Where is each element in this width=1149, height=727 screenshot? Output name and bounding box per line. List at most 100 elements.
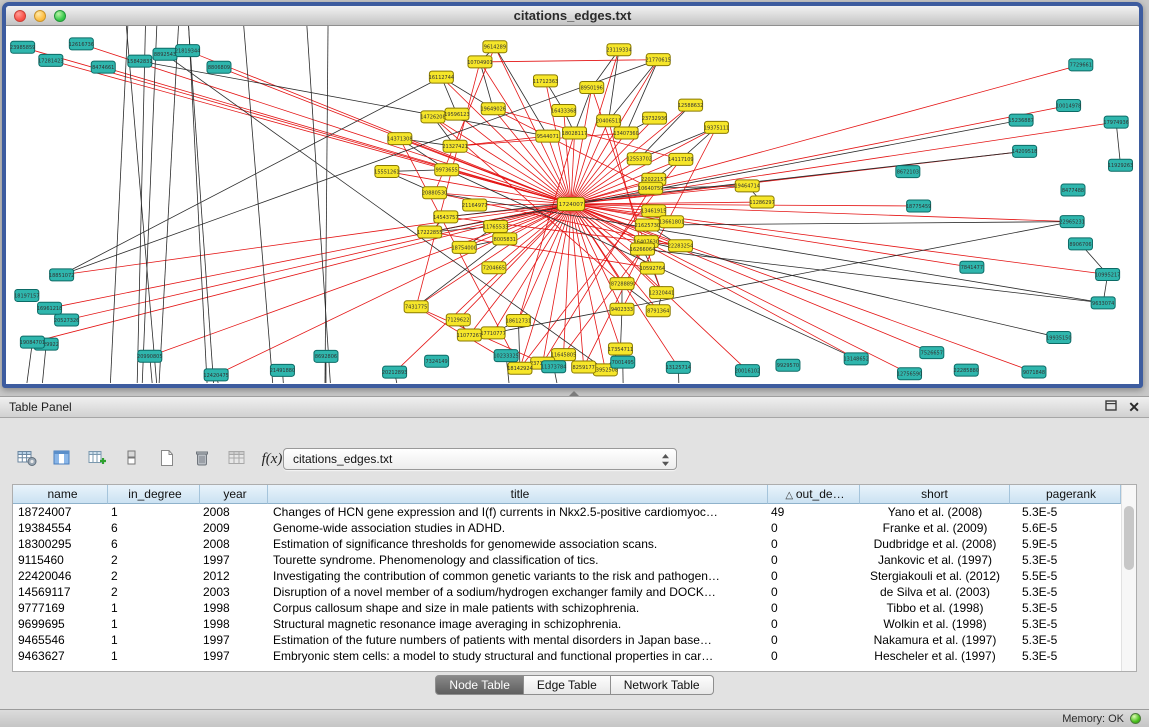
graph-node[interactable]: 16433368 [551, 105, 576, 117]
graph-edge[interactable] [571, 204, 972, 267]
graph-node[interactable]: 7526657 [920, 347, 944, 359]
graph-edge[interactable] [571, 202, 762, 204]
graph-node[interactable]: 17281423 [38, 54, 63, 66]
graph-edge[interactable] [158, 26, 180, 383]
graph-edge[interactable] [480, 60, 658, 62]
graph-node[interactable]: 13407360 [613, 127, 638, 139]
graph-node[interactable]: 21819344 [175, 45, 200, 57]
graph-node[interactable]: 9614289 [483, 41, 507, 53]
graph-edge[interactable] [646, 242, 1058, 338]
table-row[interactable]: 2242004622012Investigating the contribut… [13, 568, 1121, 584]
graph-node[interactable]: 11929263 [1108, 159, 1133, 171]
graph-node[interactable]: 14371308 [387, 133, 412, 145]
graph-node[interactable]: 7841477 [960, 261, 984, 273]
graph-node[interactable]: 11712363 [533, 75, 558, 87]
graph-node[interactable]: 12756590 [897, 368, 922, 380]
graph-node[interactable]: 8474661 [91, 61, 115, 73]
graph-node[interactable]: 13125714 [666, 361, 691, 373]
graph-node[interactable]: 8906706 [1068, 238, 1092, 250]
graph-edge[interactable] [493, 109, 650, 188]
network-view-window[interactable]: citations_edges.txt 11712363164333681802… [2, 2, 1143, 388]
close-panel-icon[interactable]: ✕ [1128, 400, 1140, 414]
graph-edge[interactable] [643, 249, 1104, 303]
graph-node[interactable]: 11286297 [749, 196, 774, 208]
graph-node[interactable]: 7001495 [611, 356, 635, 368]
graph-node[interactable]: 23985859 [10, 41, 35, 53]
graph-edge[interactable] [188, 51, 571, 204]
graph-node[interactable]: 23119334 [606, 44, 631, 56]
network-window-titlebar[interactable]: citations_edges.txt [6, 6, 1139, 26]
graph-node[interactable]: 7729661 [1069, 59, 1093, 71]
graph-node[interactable]: 12616736 [69, 38, 94, 50]
column-header-pagerank[interactable]: pagerank [1010, 485, 1121, 504]
graph-node[interactable]: 22283254 [668, 240, 693, 252]
graph-node[interactable]: 10995217 [1095, 269, 1120, 281]
graph-edge[interactable] [416, 62, 480, 307]
graph-node[interactable]: 9929570 [776, 359, 800, 371]
graph-node[interactable]: 15551261 [374, 165, 399, 177]
table-row[interactable]: 969969511998Structural magnetic resonanc… [13, 616, 1121, 632]
show-columns-button[interactable] [49, 447, 75, 471]
table-row[interactable]: 977716911998Corpus callosum shape and si… [13, 600, 1121, 616]
function-builder-button[interactable]: f(x) [259, 447, 285, 471]
graph-node[interactable]: 7324149 [425, 355, 449, 367]
graph-node[interactable]: 22285880 [954, 364, 979, 376]
graph-node[interactable]: 23732936 [642, 112, 667, 124]
graph-node[interactable]: 8950196 [580, 82, 604, 94]
column-header-title[interactable]: title [268, 485, 768, 504]
tab-network-table[interactable]: Network Table [611, 675, 714, 695]
graph-node[interactable]: 20880530 [422, 187, 447, 199]
graph-edge[interactable] [455, 136, 548, 146]
graph-node[interactable]: 21491880 [270, 364, 295, 376]
graph-node[interactable]: 13661801 [659, 216, 684, 228]
table-row[interactable]: 1872400712008Changes of HCN gene express… [13, 504, 1121, 520]
graph-node[interactable]: 19084701 [20, 336, 45, 348]
network-graph[interactable]: 1171236316433368180281178950196231193342… [6, 26, 1139, 383]
graph-node[interactable]: 12553702 [627, 153, 652, 165]
graph-node[interactable]: 8692806 [314, 350, 338, 362]
graph-edge[interactable] [493, 222, 1072, 333]
graph-node[interactable]: 10233325 [493, 350, 518, 362]
graph-node[interactable]: 9973655 [435, 164, 459, 176]
graph-node[interactable]: 13461915 [641, 205, 666, 217]
graph-node[interactable]: 19375111 [704, 121, 729, 133]
float-panel-icon[interactable] [1105, 398, 1117, 416]
graph-node[interactable]: 1724007 [558, 198, 585, 211]
graph-node[interactable]: 18197157 [14, 289, 39, 301]
delete-columns-button[interactable] [189, 447, 215, 471]
graph-node[interactable]: 9071848 [1022, 366, 1046, 378]
graph-node[interactable]: 8791364 [646, 305, 670, 317]
graph-node[interactable]: 8259177 [572, 361, 596, 373]
graph-node[interactable]: 12320441 [649, 287, 674, 299]
graph-node[interactable]: 20527326 [54, 314, 79, 326]
create-column-button[interactable] [84, 447, 110, 471]
graph-edge[interactable] [216, 204, 571, 375]
new-table-button[interactable] [154, 447, 180, 471]
graph-node[interactable]: 13148652 [843, 353, 868, 365]
column-header-short[interactable]: short [860, 485, 1010, 504]
graph-node[interactable]: 11077267 [457, 329, 482, 341]
graph-node[interactable]: 8892543 [153, 48, 177, 60]
network-canvas[interactable]: 1171236316433368180281178950196231193342… [6, 26, 1139, 383]
graph-node[interactable]: 21164977 [462, 199, 487, 211]
graph-node[interactable]: 10592764 [640, 262, 665, 274]
graph-node[interactable]: 10640759 [638, 182, 663, 194]
graph-edge[interactable] [435, 193, 1104, 303]
memory-status-indicator[interactable] [1130, 713, 1141, 724]
graph-node[interactable]: 19464714 [735, 180, 760, 192]
graph-edge[interactable] [242, 26, 274, 383]
graph-node[interactable]: 10014978 [1056, 99, 1081, 111]
table-source-select[interactable]: citations_edges.txt [283, 448, 677, 470]
graph-node[interactable]: 18851072 [49, 269, 74, 281]
graph-node[interactable]: 19649026 [481, 103, 506, 115]
row-tool-button[interactable] [119, 447, 145, 471]
column-header-year[interactable]: year [200, 485, 268, 504]
table-row[interactable]: 911546021997Tourette syndrome. Phenomeno… [13, 552, 1121, 568]
graph-node[interactable]: 11765533 [483, 220, 508, 232]
graph-node[interactable]: 8477488 [1061, 184, 1085, 196]
graph-node[interactable]: 9544071 [536, 130, 560, 142]
graph-node[interactable]: 18775459 [906, 200, 931, 212]
graph-node[interactable]: 18754000 [451, 241, 476, 253]
table-scrollbar[interactable] [1121, 485, 1136, 671]
graph-edge[interactable] [430, 120, 1021, 232]
